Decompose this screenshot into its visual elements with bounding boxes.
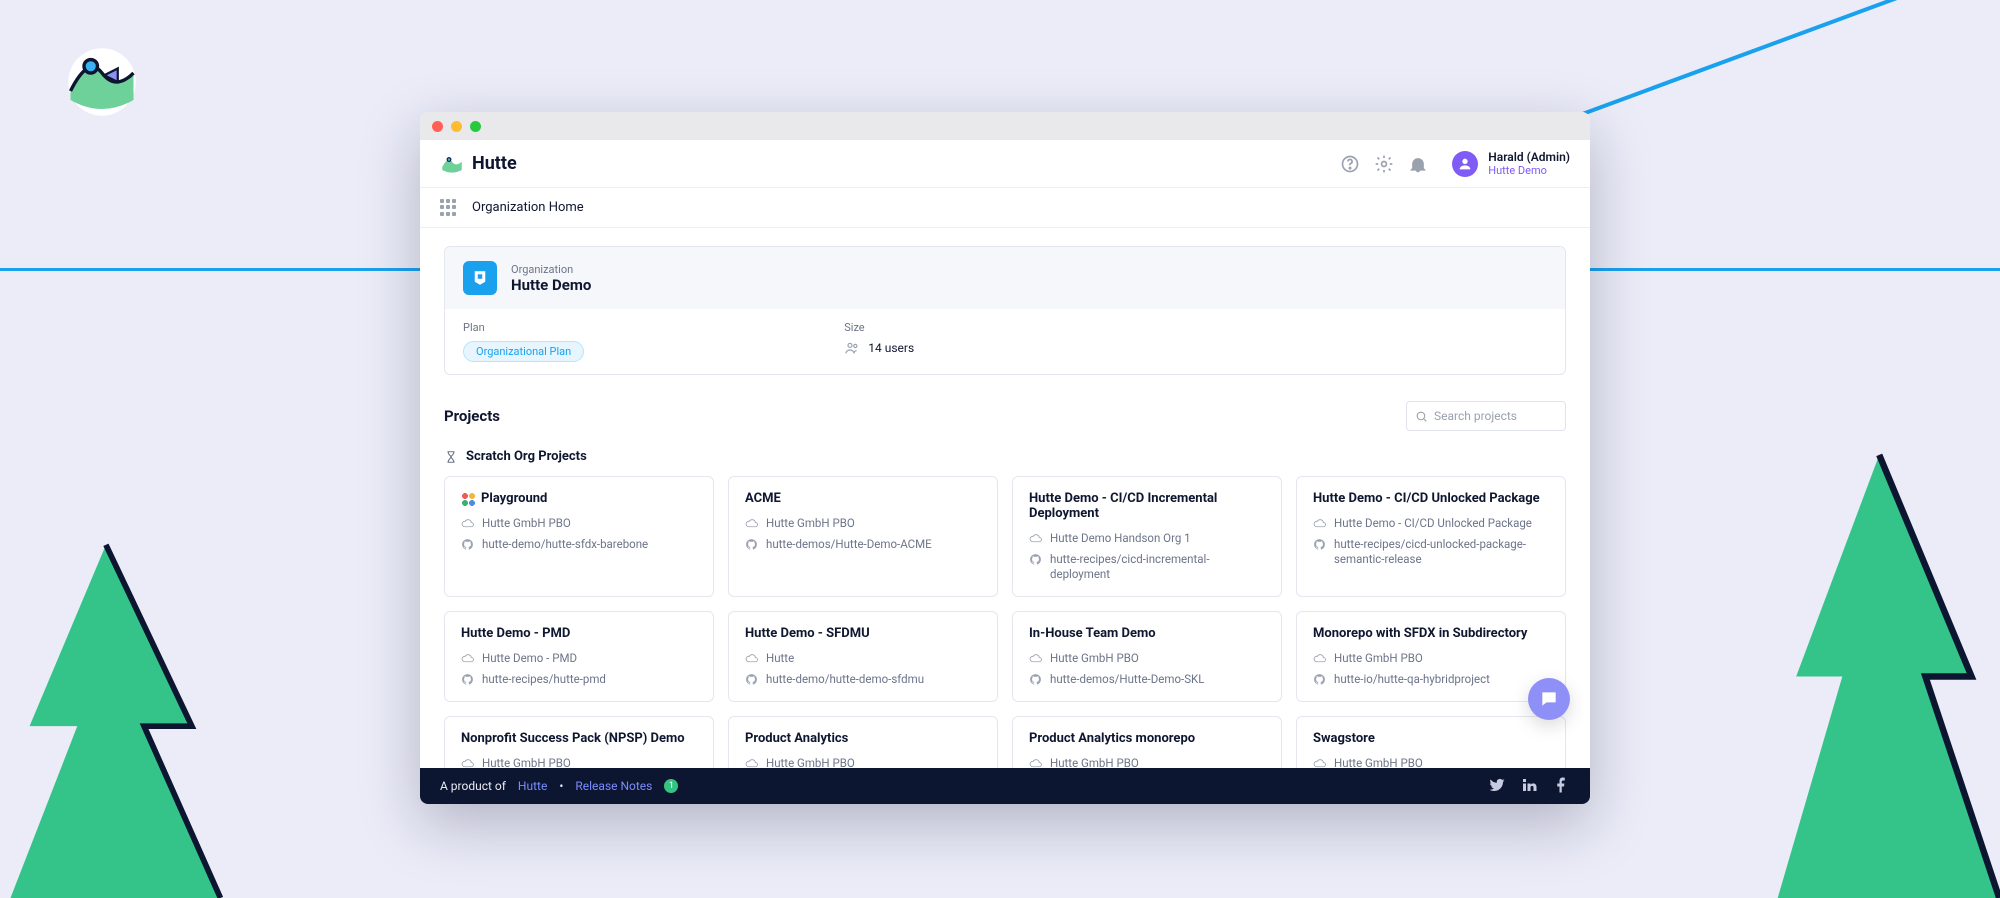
footer-bar: A product of Hutte • Release Notes 1 [420,768,1590,804]
app-window: Hutte Harald (Admin) Hutte Demo Organiza… [420,112,1590,804]
window-zoom-icon[interactable] [470,121,481,132]
plan-chip[interactable]: Organizational Plan [463,341,584,362]
org-summary-card: Organization Hutte Demo Plan Organizatio… [444,246,1566,375]
playground-icon [461,492,475,506]
window-titlebar [420,112,1590,140]
search-placeholder: Search projects [1434,409,1517,423]
github-icon [1313,538,1326,551]
brand-name: Hutte [472,153,517,174]
project-card[interactable]: Hutte Demo - PMD Hutte Demo - PMD hutte-… [444,611,714,702]
facebook-icon[interactable] [1552,776,1570,797]
twitter-icon[interactable] [1488,776,1506,797]
project-card[interactable]: Swagstore Hutte GmbH PBO [1296,716,1566,768]
github-icon [1029,553,1042,566]
cloud-icon [1029,652,1042,665]
app-header: Hutte Harald (Admin) Hutte Demo [420,140,1590,188]
breadcrumb-bar: Organization Home [420,188,1590,228]
github-icon [745,673,758,686]
project-card[interactable]: Product Analytics Hutte GmbH PBO [728,716,998,768]
breadcrumb-current[interactable]: Organization Home [472,200,584,215]
github-icon [745,538,758,551]
project-card[interactable]: Playground Hutte GmbH PBO hutte-demo/hut… [444,476,714,597]
cloud-icon [745,757,758,768]
project-card[interactable]: Hutte Demo - CI/CD Unlocked Package Hutt… [1296,476,1566,597]
release-notes-link[interactable]: Release Notes [575,779,652,793]
org-icon [463,261,497,295]
size-value: 14 users [868,341,914,355]
github-icon [1029,673,1042,686]
hourglass-icon [444,450,458,464]
release-notes-badge[interactable]: 1 [664,779,678,793]
cloud-icon [745,517,758,530]
hutte-logo-icon [440,152,464,176]
linkedin-icon[interactable] [1520,776,1538,797]
tree-right-illustration [1740,418,2000,898]
cloud-icon [1313,517,1326,530]
avatar-icon [1452,151,1478,177]
cloud-icon [461,517,474,530]
cloud-icon [1313,652,1326,665]
cloud-icon [1313,757,1326,768]
project-card[interactable]: Hutte Demo - SFDMU Hutte hutte-demo/hutt… [728,611,998,702]
projects-heading: Projects [444,407,500,425]
project-card[interactable]: ACME Hutte GmbH PBO hutte-demos/Hutte-De… [728,476,998,597]
tree-left-illustration [0,478,250,898]
user-menu[interactable]: Harald (Admin) Hutte Demo [1436,150,1570,177]
cloud-icon [1029,757,1042,768]
github-icon [461,538,474,551]
project-card[interactable]: Nonprofit Success Pack (NPSP) Demo Hutte… [444,716,714,768]
projects-grid: Playground Hutte GmbH PBO hutte-demo/hut… [444,476,1566,768]
project-card[interactable]: In-House Team Demo Hutte GmbH PBO hutte-… [1012,611,1282,702]
notifications-icon[interactable] [1408,154,1428,174]
footer-prefix: A product of [440,779,506,793]
org-label: Organization [511,263,591,276]
user-name: Harald (Admin) [1488,150,1570,164]
project-card[interactable]: Monorepo with SFDX in Subdirectory Hutte… [1296,611,1566,702]
users-icon [844,340,860,356]
search-icon [1415,410,1428,423]
brand[interactable]: Hutte [440,152,517,176]
user-org: Hutte Demo [1488,164,1570,177]
app-switcher-icon[interactable] [440,199,458,217]
window-close-icon[interactable] [432,121,443,132]
github-icon [461,673,474,686]
project-card[interactable]: Product Analytics monorepo Hutte GmbH PB… [1012,716,1282,768]
help-icon[interactable] [1340,154,1360,174]
intercom-chat-button[interactable] [1528,678,1570,720]
org-name: Hutte Demo [511,276,591,294]
size-label: Size [844,321,914,334]
search-input[interactable]: Search projects [1406,401,1566,431]
footer-brand-link[interactable]: Hutte [518,779,547,793]
hutte-bg-logo [66,46,138,118]
window-minimize-icon[interactable] [451,121,462,132]
content-area: Organization Hutte Demo Plan Organizatio… [420,228,1590,768]
cloud-icon [1029,532,1042,545]
settings-icon[interactable] [1374,154,1394,174]
project-card[interactable]: Hutte Demo - CI/CD Incremental Deploymen… [1012,476,1282,597]
cloud-icon [461,757,474,768]
cloud-icon [745,652,758,665]
section-heading: Scratch Org Projects [444,449,1566,464]
github-icon [1313,673,1326,686]
plan-label: Plan [463,321,584,334]
cloud-icon [461,652,474,665]
